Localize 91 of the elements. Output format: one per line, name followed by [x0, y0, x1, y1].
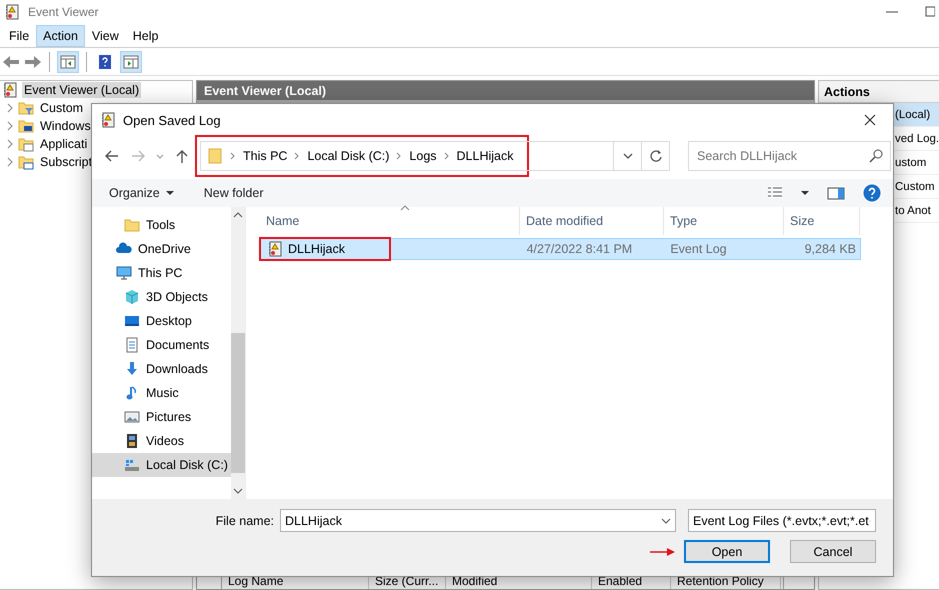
menu-item[interactable]: Help: [126, 24, 166, 46]
action-pane-button[interactable]: [120, 50, 142, 72]
address-bar[interactable]: This PC Local Disk (C:) Logs DLLHijack: [200, 141, 670, 171]
file-type-dropdown[interactable]: Event Log Files (*.evtx;*.evt;*.et: [688, 509, 876, 532]
close-icon: [864, 114, 876, 126]
dialog-button[interactable]: Cancel: [790, 540, 876, 563]
scroll-down-icon: [233, 487, 243, 495]
column-header[interactable]: Name: [260, 207, 520, 235]
document-icon: [124, 337, 140, 353]
monitor-folder-icon: [18, 118, 34, 134]
column-header[interactable]: Size: [784, 207, 860, 235]
chevron-icon: [294, 152, 300, 160]
caret-icon: [661, 516, 671, 524]
help-icon[interactable]: [863, 184, 881, 202]
panel-icon: [60, 54, 76, 70]
log-book-icon: [4, 4, 20, 20]
back-arrow-icon[interactable]: [2, 54, 20, 70]
up-arrow-icon[interactable]: [174, 148, 190, 164]
nav-item[interactable]: Documents: [92, 333, 231, 357]
nav-item[interactable]: Downloads: [92, 357, 231, 381]
type-cell-text: Event Log: [669, 242, 728, 256]
search-icon: [869, 149, 883, 163]
file-name-field[interactable]: DLLHijack: [280, 509, 676, 532]
folder-icon: [207, 148, 223, 164]
dialog-button[interactable]: Open: [684, 540, 770, 563]
nav-item[interactable]: 3D Objects: [92, 285, 231, 309]
forward-arrow-icon[interactable]: [24, 54, 42, 70]
breadcrumb[interactable]: This PC: [243, 149, 288, 163]
nav-item[interactable]: Music: [92, 381, 231, 405]
nav-item[interactable]: Desktop: [92, 309, 231, 333]
menu-item[interactable]: Action: [36, 24, 85, 46]
nav-item[interactable]: Local Disk (C:): [92, 453, 231, 477]
folder-icon: [124, 217, 140, 233]
panel-icon: [123, 54, 139, 70]
caret-icon[interactable]: [622, 152, 632, 160]
sort-caret-icon: [400, 205, 410, 211]
desktop-icon: [124, 313, 140, 329]
menu-item[interactable]: View: [84, 24, 126, 46]
refresh-icon[interactable]: [648, 149, 662, 163]
size-cell-text: 9,284 KB: [804, 242, 858, 256]
command-button[interactable]: New folder: [204, 186, 264, 200]
tree-item[interactable]: Subscript: [38, 154, 94, 170]
file-name-cell: DLLHijack: [261, 241, 521, 257]
calendar-folder-icon: [18, 154, 34, 170]
pane-header: Event Viewer (Local): [197, 81, 814, 103]
chevron-icon: [444, 152, 450, 160]
scrollbar[interactable]: [231, 207, 245, 499]
search-field[interactable]: Search DLLHijack: [688, 141, 891, 171]
breadcrumb[interactable]: Local Disk (C:): [307, 149, 390, 163]
nav-item[interactable]: Videos: [92, 429, 231, 453]
filter-folder-icon: [18, 100, 34, 116]
nav-item[interactable]: Pictures: [92, 405, 231, 429]
tree-item[interactable]: Event Viewer (Local): [22, 82, 142, 98]
file-row[interactable]: DLLHijack 4/27/2022 8:41 PM Event Log 9,284 KB: [260, 238, 861, 260]
tree-item[interactable]: Windows: [38, 118, 93, 134]
maximize-icon[interactable]: [925, 6, 935, 18]
chevron-icon: [230, 152, 236, 160]
drive-icon: [124, 457, 140, 473]
breadcrumb[interactable]: DLLHijack: [456, 149, 514, 163]
nav-item[interactable]: This PC: [92, 261, 231, 285]
column-header[interactable]: Type: [664, 207, 784, 235]
log-book-icon: [267, 241, 283, 257]
back-arrow-icon[interactable]: [104, 148, 120, 164]
tree-item[interactable]: Custom: [38, 100, 86, 116]
window-title: Event Viewer: [28, 5, 98, 19]
caret-icon: [166, 190, 174, 196]
chevron-icon: [396, 152, 402, 160]
dialog-title: Open Saved Log: [123, 112, 221, 128]
date-cell-text: 4/27/2022 8:41 PM: [526, 242, 634, 256]
actions-header: Actions: [819, 81, 939, 103]
download-icon: [124, 361, 140, 377]
preview-pane-icon[interactable]: [827, 185, 845, 201]
breadcrumb[interactable]: Logs: [409, 149, 437, 163]
nav-item[interactable]: OneDrive: [92, 237, 231, 261]
column-header[interactable]: Date modified: [520, 207, 664, 235]
question-icon: [97, 54, 113, 70]
picture-icon: [124, 409, 140, 425]
scroll-up-icon: [233, 211, 243, 219]
command-button[interactable]: Organize: [109, 186, 174, 200]
panel-toggle-button[interactable]: [57, 50, 79, 72]
caret-icon[interactable]: [801, 190, 809, 196]
cube-icon: [124, 289, 140, 305]
log-book-icon: [100, 112, 116, 128]
monitor-icon: [116, 265, 132, 281]
menu-item[interactable]: File: [2, 24, 36, 46]
window-folder-icon: [18, 136, 34, 152]
log-book-icon: [2, 82, 18, 98]
film-icon: [124, 433, 140, 449]
tree-item[interactable]: Applicati: [38, 136, 90, 152]
file-name-label: File name:: [216, 514, 274, 528]
nav-item[interactable]: Tools: [92, 213, 231, 237]
